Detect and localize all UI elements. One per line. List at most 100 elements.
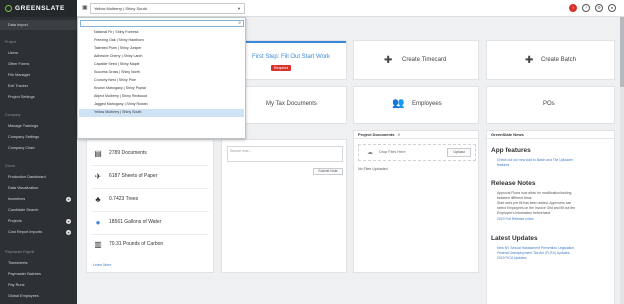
no-files-label: No Files Uploaded: [358, 167, 388, 171]
sidebar-section-project: Project: [5, 40, 17, 44]
news-header: GreenSlate News: [487, 131, 614, 139]
sidebar-item-file-manager[interactable]: File Manager: [8, 73, 30, 77]
sidebar-item-data-visualization[interactable]: Data Visualization: [8, 186, 38, 190]
people-icon: 👥: [392, 98, 405, 109]
app-features-link-1[interactable]: Check out our new Add to Batch and Tile …: [497, 158, 573, 162]
projects-expand-icon[interactable]: +: [66, 219, 71, 224]
plus-icon: ✚: [384, 55, 393, 66]
notes-textarea[interactable]: Secure note...: [227, 146, 343, 162]
greenslate-logo-icon: [5, 5, 12, 12]
sidebar-item-project-settings[interactable]: Project Settings: [8, 95, 35, 99]
file-drop-zone[interactable]: ☁ Drop Files Here Upload: [358, 144, 476, 161]
help-icon[interactable]: ?: [582, 4, 590, 12]
pos-label: POs: [543, 101, 555, 107]
project-documents-count: 0: [397, 132, 400, 137]
release-note-1b: between different flows: [497, 196, 532, 200]
latest-update-1[interactable]: New NY Sexual Harassment Prevention Legi…: [497, 246, 574, 250]
cost-report-expand-icon[interactable]: +: [66, 230, 71, 235]
page-scrollbar[interactable]: [620, 17, 624, 304]
required-badge: Required: [271, 65, 292, 71]
submit-note-button[interactable]: Submit Note: [313, 168, 343, 175]
stat-paper: ✈ 6187 Sheets of Paper: [94, 171, 158, 181]
sidebar-item-timesheets[interactable]: Timesheets: [8, 261, 27, 265]
sidebar-item-users[interactable]: Users: [8, 51, 18, 55]
company-option-selected[interactable]: Yellow Mulberry | Shiny South: [79, 109, 244, 117]
search-icon: ⌕: [238, 20, 241, 26]
sidebar-item-manage-trainings[interactable]: Manage Trainings: [8, 124, 38, 128]
create-timecard-card[interactable]: ✚ Create Timecard: [353, 40, 479, 80]
latest-update-3[interactable]: 2019 FICA Updates: [497, 256, 527, 260]
notes-card: Secure note... Submit Note: [221, 139, 347, 273]
upload-button[interactable]: Upload: [447, 148, 471, 157]
sidebar-item-incentives[interactable]: Incentives: [8, 197, 25, 201]
sidebar: GREENSLATE Data Import Project Users Oth…: [0, 0, 77, 304]
release-note-2c: Employee's information beforehand: [497, 211, 551, 215]
stat-water: ● 18561 Gallons of Water: [93, 217, 162, 227]
alert-icon[interactable]: !: [569, 4, 577, 12]
company-option[interactable]: Capable Seed | Shiny Maple: [79, 61, 244, 69]
release-notes-link[interactable]: 2019 Full Release notes: [497, 217, 534, 221]
user-icon[interactable]: ●: [608, 4, 616, 12]
sidebar-item-pay-runs[interactable]: Pay Runs: [8, 283, 24, 287]
company-option[interactable]: Crunchy Nest | Shiny Pine: [79, 77, 244, 85]
company-option[interactable]: Abject Mulberry | Shiny Redwood: [79, 93, 244, 101]
company-select-value: Yellow Mulberry | Shiny South: [94, 6, 147, 11]
upload-cloud-icon: ☁: [367, 150, 373, 156]
create-timecard-label: Create Timecard: [402, 57, 447, 63]
documents-icon: ▤: [94, 148, 102, 158]
sidebar-section-paymaster: Paymaster Payroll: [5, 250, 35, 254]
company-option[interactable]: Adhesive Cherry | Shiny Larch: [79, 53, 244, 61]
sidebar-item-projects[interactable]: Projects: [8, 219, 22, 223]
latest-updates-heading: Latest Updates: [491, 235, 538, 242]
drop-files-label: Drop Files Here: [379, 150, 406, 154]
project-documents-card: Project Documents 0 ☁ Drop Files Here Up…: [353, 130, 479, 273]
sidebar-item-exit-tracker[interactable]: Exit Tracker: [8, 84, 28, 88]
company-option[interactable]: Known Mahogany | Shiny Poplar: [79, 85, 244, 93]
create-batch-label: Create Batch: [541, 57, 577, 63]
release-notes-heading: Release Notes: [491, 180, 536, 187]
chevron-down-icon: ▼: [237, 6, 241, 11]
sidebar-item-company-chart[interactable]: Company Chart: [8, 146, 35, 150]
company-option[interactable]: Talented Plum | Shiny Juniper: [79, 45, 244, 53]
scrollbar-thumb[interactable]: [620, 17, 624, 87]
sidebar-item-other-forms[interactable]: Other Forms: [8, 62, 29, 66]
app-features-link-2[interactable]: features: [497, 163, 509, 167]
app-features-heading: App features: [491, 147, 531, 154]
latest-update-2[interactable]: Federal Unemployment Tax Act (FUTA) Upda…: [497, 251, 569, 255]
company-search-input[interactable]: ⌕: [80, 20, 244, 27]
sidebar-item-global-employees[interactable]: Global Employees: [8, 294, 39, 298]
learn-more-link[interactable]: Learn More: [93, 263, 111, 267]
sidebar-item-data-import[interactable]: Data Import: [8, 23, 28, 27]
create-batch-card[interactable]: ✚ Create Batch: [486, 40, 615, 80]
release-note-1: Approval Flows now allow for modificatio…: [497, 191, 572, 195]
sidebar-item-company-settings[interactable]: Company Settings: [8, 135, 39, 139]
water-drop-icon: ●: [95, 217, 101, 227]
stat-trees: ♣ 0.7423 Trees: [93, 194, 138, 204]
green-stats-card: ▤ 2789 Documents ✈ 6187 Sheets of Paper …: [86, 139, 214, 273]
stat-carbon: ▥ 70.31 Pounds of Carbon: [94, 239, 164, 249]
sidebar-section-company: Company: [5, 113, 21, 117]
stat-documents: ▤ 2789 Documents: [94, 148, 147, 158]
logo: GREENSLATE: [0, 0, 77, 17]
release-note-2: Start work pre-fill has been added. Appr…: [497, 201, 572, 205]
top-bar: ▣ Yellow Mulberry | Shiny South ▼ ! ? ⚙ …: [77, 0, 624, 17]
company-option[interactable]: National Fir | Shiny Fortress: [79, 29, 244, 37]
incentives-expand-icon[interactable]: +: [66, 197, 71, 202]
settings-icon[interactable]: ⚙: [595, 4, 603, 12]
company-option[interactable]: Success Grass | Shiny North: [79, 69, 244, 77]
industry-icon: ▥: [94, 239, 102, 249]
sidebar-item-candidate-search[interactable]: Candidate Search: [8, 208, 38, 212]
paper-plane-icon: ✈: [94, 171, 102, 181]
company-option[interactable]: Freezing Oak | Shiny Hawthorn: [79, 37, 244, 45]
company-select[interactable]: Yellow Mulberry | Shiny South ▼: [90, 3, 245, 14]
tree-icon: ♣: [95, 194, 101, 204]
company-option[interactable]: Jagged Mahogany | Shiny Rowan: [79, 101, 244, 109]
pos-card[interactable]: POs: [486, 86, 615, 124]
sidebar-item-paymaster-batches[interactable]: Paymaster Batches: [8, 272, 41, 276]
sidebar-item-cost-report-imports[interactable]: Cost Report Imports: [8, 230, 42, 234]
first-step-label: First Step: Fill Out Start Work: [252, 54, 330, 60]
company-dropdown: ⌕ National Fir | Shiny Fortress Freezing…: [77, 17, 246, 139]
plus-icon: ✚: [525, 55, 534, 66]
employees-card[interactable]: 👥 Employees: [353, 86, 479, 124]
sidebar-item-production-dashboard[interactable]: Production Dashboard: [8, 175, 46, 179]
